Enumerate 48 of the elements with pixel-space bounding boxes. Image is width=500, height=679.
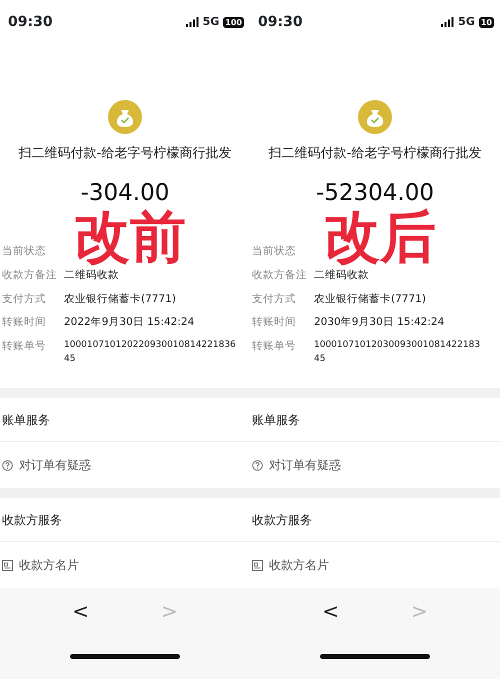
list-item[interactable]: 收款方名片 [250,542,500,588]
detail-label: 转账单号 [2,339,47,354]
detail-value: 100010710120220930010814221836 45 [64,339,236,366]
card-icon [252,560,263,570]
overlay-caption: 改后 [324,210,436,266]
detail-value: 二维码收款 [64,268,119,283]
detail-label: 支付方式 [2,292,47,306]
network-label: 5G [458,14,475,30]
amount: -304.00 [80,178,170,208]
list-item[interactable]: 收款方名片 [0,542,250,588]
status-time: 09:30 [258,12,303,32]
home-indicator[interactable] [70,654,180,659]
money-bag-icon [108,100,142,134]
question-icon [2,460,13,470]
detail-value: 2030年9月30日 15:42:24 [314,315,444,330]
detail-label: 收款方备注 [252,268,308,283]
section-heading: 收款方服务 [250,498,500,542]
battery-level: 10 [478,16,494,28]
amount: -52304.00 [316,178,434,208]
battery-level: 100 [223,16,244,28]
detail-value: 2022年9月30日 15:42:24 [64,315,194,330]
detail-value: 二维码收款 [314,268,369,283]
back-button[interactable]: < [66,596,95,626]
list-item[interactable]: 对订单有疑惑 [250,442,500,488]
network-label: 5G [202,14,220,30]
home-indicator[interactable] [320,654,430,659]
detail-label: 转账时间 [2,315,47,330]
card-icon [2,560,13,570]
detail-label: 支付方式 [252,292,297,306]
signal-icon [441,17,454,27]
detail-label: 当前状态 [252,244,297,259]
detail-value: 农业银行储蓄卡(7771) [314,292,426,306]
transaction-title: 扫二维码付款-给老字号柠檬商行批发 [18,145,232,163]
list-item[interactable]: 对订单有疑惑 [0,442,250,488]
money-bag-icon [358,100,392,134]
status-time: 09:30 [8,12,53,32]
question-icon [252,460,263,470]
signal-icon [186,17,199,27]
detail-label: 当前状态 [2,244,47,259]
detail-value: 农业银行储蓄卡(7771) [64,292,176,306]
back-button[interactable]: < [316,596,345,626]
detail-label: 收款方备注 [2,268,58,283]
detail-label: 转账单号 [252,339,297,354]
detail-value: 10001071012030093001081422183 45 [314,339,480,366]
section-heading: 账单服务 [250,398,500,442]
overlay-caption: 改前 [74,210,186,266]
detail-label: 转账时间 [252,315,297,330]
transaction-title: 扫二维码付款-给老字号柠檬商行批发 [268,145,482,163]
